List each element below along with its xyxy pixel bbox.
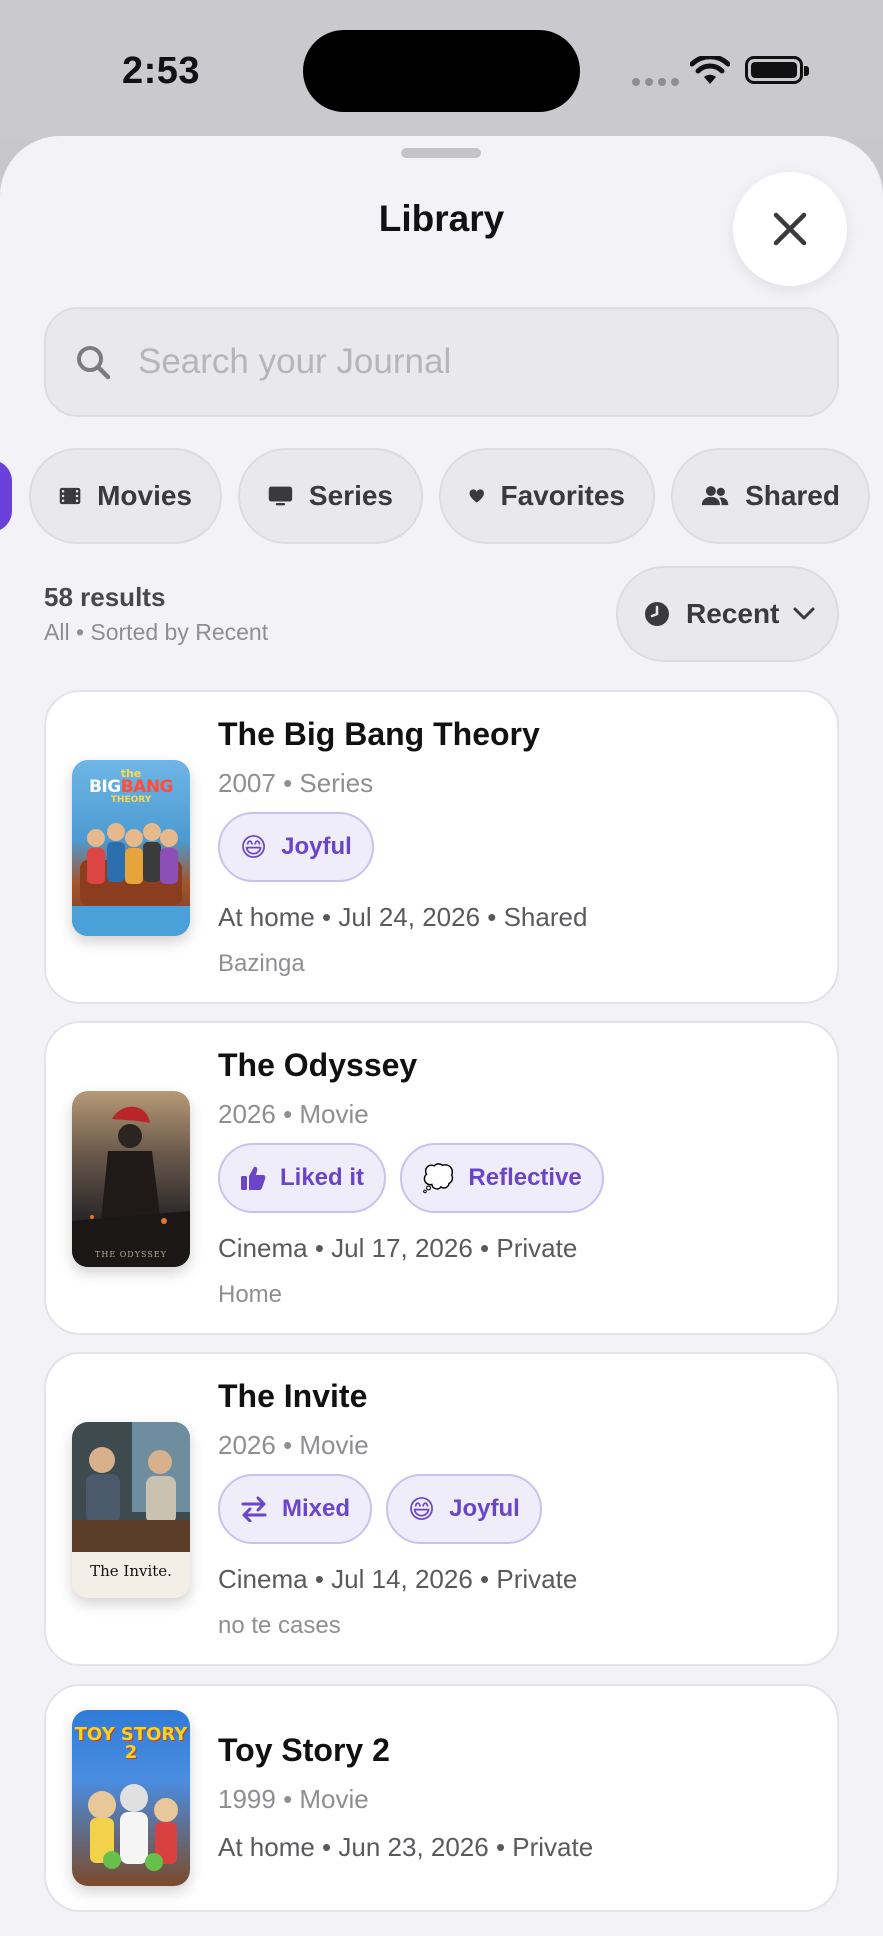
entry-meta: 2026 • Movie [218,1430,369,1460]
journal-entry-card[interactable]: the BIGBANG THEORY The Big Bang Theory 2… [44,690,839,1004]
poster-image: THE ODYSSEY [72,1091,190,1267]
entry-details: At home • Jul 24, 2026 • Shared [218,902,588,932]
entry-note: Home [218,1281,283,1308]
journal-entry-card[interactable]: THE ODYSSEY The Odyssey 2026 • Movie Lik… [44,1021,839,1335]
mood-tag: 😄 Joyful [386,1474,542,1544]
filter-chips: Movies Series Favorites Shared [0,448,883,544]
grinning-emoji-icon: 😄 [240,831,268,862]
dynamic-island [303,30,580,112]
sort-button[interactable]: Recent [616,566,839,662]
thought-bubble-icon: 💭 [422,1162,455,1193]
poster-image: The Invite. [72,1422,190,1598]
entry-title: Toy Story 2 [218,1732,390,1768]
entry-details: At home • Jun 23, 2026 • Private [218,1832,594,1862]
poster-title-text: THE ODYSSEY [95,1250,167,1259]
poster-image: the BIGBANG THEORY [72,760,190,936]
people-icon [701,486,729,506]
chevron-down-icon [793,607,815,620]
clock-icon [645,602,669,626]
entry-meta: 2026 • Movie [218,1099,369,1129]
cellular-signal-icon [632,78,679,86]
mood-tag: 💭 Reflective [400,1143,604,1213]
reaction-tag: Mixed [218,1474,373,1544]
tag-label: Joyful [281,833,352,860]
library-sheet: Library Search your Journal Movies Serie… [0,136,883,1936]
film-icon [59,487,81,505]
search-icon [77,346,111,380]
entry-tags: Liked it 💭 Reflective [218,1143,604,1213]
poster-title-text: the BIGBANG THEORY [88,767,174,805]
reaction-tag: Liked it [218,1143,387,1213]
filter-chip-all[interactable] [0,460,12,532]
results-subtitle: All • Sorted by Recent [44,619,269,645]
entry-details: Cinema • Jul 17, 2026 • Private [218,1233,578,1263]
poster-art [72,1106,190,1267]
entry-details: Cinema • Jul 14, 2026 • Private [218,1564,578,1594]
mixed-arrows-icon [241,1496,267,1522]
entry-title: The Big Bang Theory [218,716,540,752]
tag-label: Mixed [282,1495,351,1522]
entry-tags: Mixed 😄 Joyful [218,1474,542,1544]
tag-label: Joyful [449,1495,520,1522]
filter-chip-movies[interactable]: Movies [29,448,222,544]
poster-image: TOY STORY 2 [72,1710,190,1886]
entry-title: The Odyssey [218,1047,418,1083]
status-time: 2:53 [122,50,201,92]
filter-chip-shared[interactable]: Shared [671,448,870,544]
battery-icon [745,56,809,84]
filter-chip-favorites[interactable]: Favorites [439,448,655,544]
status-bar: 2:53 [0,0,883,140]
entry-note: Bazinga [218,950,305,977]
sheet-grabber[interactable] [401,148,481,158]
entry-note: no te cases [218,1612,341,1639]
close-button[interactable] [733,172,847,286]
journal-entry-card[interactable]: The Invite. The Invite 2026 • Movie Mixe… [44,1352,839,1666]
tv-icon [268,486,293,506]
poster-title-text: The Invite. [90,1562,172,1580]
entry-tags: 😄 Joyful [218,812,374,882]
heart-icon [469,489,484,503]
entry-meta: 2007 • Series [218,768,374,798]
journal-entry-card[interactable]: TOY STORY 2 Toy Story 2 1999 • Movie At … [44,1684,839,1912]
filter-chip-label: Series [308,480,393,511]
entry-title: The Invite [218,1378,368,1414]
close-icon [773,212,807,246]
results-count: 58 results [44,582,166,612]
filter-chip-series[interactable]: Series [238,448,423,544]
search-input[interactable]: Search your Journal [44,307,839,417]
search-placeholder: Search your Journal [138,342,452,381]
grinning-emoji-icon: 😄 [408,1493,436,1524]
filter-chip-label: Movies [97,480,192,511]
entry-meta: 1999 • Movie [218,1784,369,1814]
mood-tag: 😄 Joyful [218,812,374,882]
wifi-icon [690,56,730,84]
tag-label: Liked it [280,1164,365,1191]
tag-label: Reflective [468,1164,582,1191]
sort-label: Recent [686,598,780,629]
thumbs-up-icon [241,1166,266,1190]
filter-chip-label: Shared [745,480,840,511]
filter-chip-label: Favorites [500,480,626,511]
poster-title-text: TOY STORY 2 [74,1724,188,1763]
